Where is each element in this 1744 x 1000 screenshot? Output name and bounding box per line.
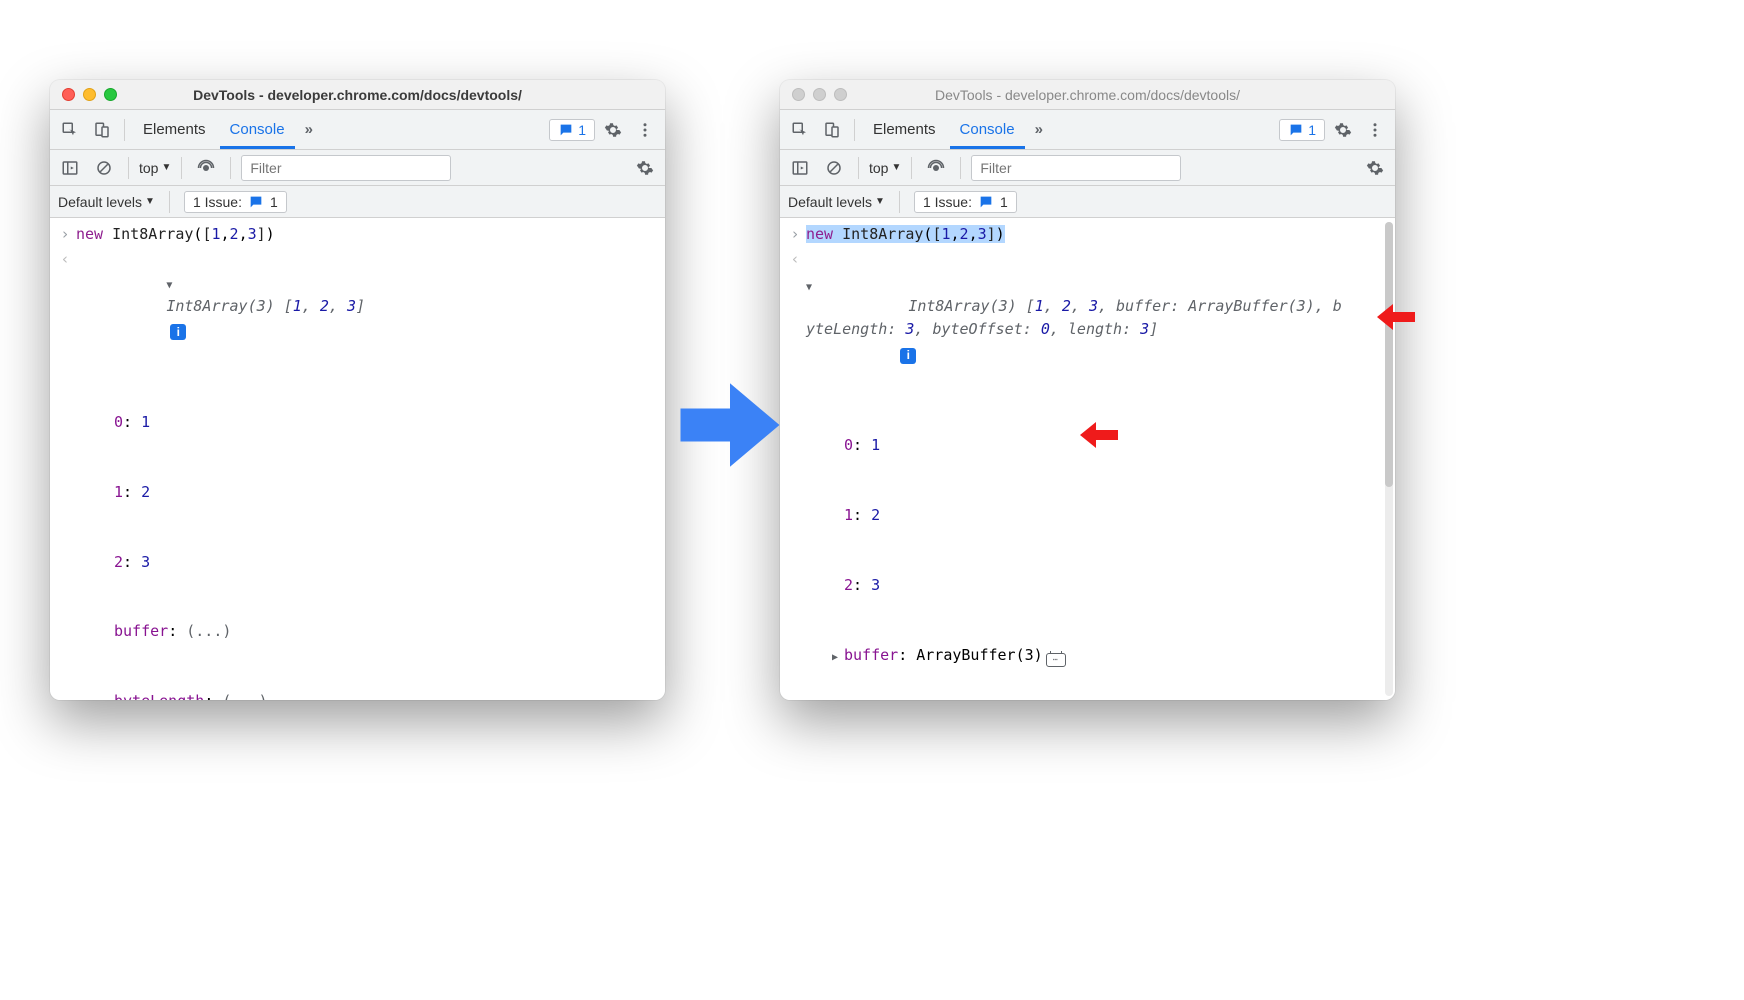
tab-elements[interactable]: Elements [133, 110, 216, 149]
zoom-icon[interactable] [834, 88, 847, 101]
info-icon[interactable]: i [170, 324, 186, 340]
issues-counter[interactable]: 1 Issue: 1 [184, 191, 287, 213]
object-prop: 2: 3 [832, 574, 1381, 597]
sidebar-toggle-icon[interactable] [786, 154, 814, 182]
context-selector[interactable]: top▼ [869, 160, 901, 176]
more-icon[interactable] [1361, 116, 1389, 144]
live-expression-icon[interactable] [922, 154, 950, 182]
console-settings-icon[interactable] [1361, 154, 1389, 182]
inspect-icon[interactable] [56, 116, 84, 144]
issues-counter[interactable]: 1 Issue: 1 [914, 191, 1017, 213]
zoom-icon[interactable] [104, 88, 117, 101]
settings-icon[interactable] [599, 116, 627, 144]
device-toggle-icon[interactable] [818, 116, 846, 144]
console-settings-icon[interactable] [631, 154, 659, 182]
minimize-icon[interactable] [83, 88, 96, 101]
close-icon[interactable] [62, 88, 75, 101]
devtools-window-after: DevTools - developer.chrome.com/docs/dev… [780, 80, 1395, 700]
expand-toggle-icon[interactable] [832, 644, 844, 667]
scrollbar[interactable] [1385, 222, 1393, 696]
object-prop: 1: 2 [102, 481, 657, 504]
window-title: DevTools - developer.chrome.com/docs/dev… [780, 80, 1395, 109]
settings-icon[interactable] [1329, 116, 1357, 144]
object-prop: 0: 1 [102, 411, 657, 434]
traffic-lights[interactable] [792, 88, 847, 101]
filter-field[interactable] [250, 160, 442, 176]
info-icon[interactable]: i [900, 348, 916, 364]
devtools-top-toolbar: Elements Console » 1 [780, 110, 1395, 150]
context-selector[interactable]: top▼ [139, 160, 171, 176]
console-input-echo: new Int8Array([1,2,3]) [50, 222, 665, 247]
separator [128, 157, 129, 179]
annotation-arrow-icon [1078, 420, 1118, 455]
minimize-icon[interactable] [813, 88, 826, 101]
log-levels-selector[interactable]: Default levels ▼ [58, 194, 155, 210]
more-icon[interactable] [631, 116, 659, 144]
object-prop-buffer[interactable]: buffer: ArrayBuffer(3)⋯ [832, 644, 1381, 667]
expand-toggle-icon[interactable] [806, 274, 818, 297]
tab-elements[interactable]: Elements [863, 110, 946, 149]
titlebar[interactable]: DevTools - developer.chrome.com/docs/dev… [50, 80, 665, 110]
live-expression-icon[interactable] [192, 154, 220, 182]
log-levels-selector[interactable]: Default levels ▼ [788, 194, 885, 210]
console-levels-bar: Default levels ▼ 1 Issue: 1 [780, 186, 1395, 218]
console-levels-bar: Default levels ▼ 1 Issue: 1 [50, 186, 665, 218]
object-prop: 2: 3 [102, 551, 657, 574]
clear-console-icon[interactable] [90, 154, 118, 182]
separator [899, 191, 900, 213]
clear-console-icon[interactable] [820, 154, 848, 182]
tab-console[interactable]: Console [950, 110, 1025, 149]
console-toolbar: top▼ [780, 150, 1395, 186]
separator [230, 157, 231, 179]
console-result[interactable]: Int8Array(3) [1, 2, 3, buffer: ArrayBuff… [780, 247, 1395, 700]
separator [854, 119, 855, 141]
overflow-tabs-icon[interactable]: » [299, 121, 319, 138]
transition-arrow-icon [675, 370, 785, 485]
console-toolbar: top▼ [50, 150, 665, 186]
close-icon[interactable] [792, 88, 805, 101]
filter-input[interactable] [971, 155, 1181, 181]
memory-inspector-icon[interactable]: ⋯ [1046, 653, 1066, 667]
annotation-arrow-icon [1375, 302, 1415, 337]
titlebar[interactable]: DevTools - developer.chrome.com/docs/dev… [780, 80, 1395, 110]
object-prop: 1: 2 [832, 504, 1381, 527]
filter-input[interactable] [241, 155, 451, 181]
tab-console[interactable]: Console [220, 110, 295, 149]
filter-field[interactable] [980, 160, 1172, 176]
traffic-lights[interactable] [62, 88, 117, 101]
devtools-window-before: DevTools - developer.chrome.com/docs/dev… [50, 80, 665, 700]
inspect-icon[interactable] [786, 116, 814, 144]
window-title: DevTools - developer.chrome.com/docs/dev… [50, 80, 665, 109]
console-result[interactable]: Int8Array(3) [1, 2, 3] i 0: 1 1: 2 2: 3 … [50, 247, 665, 700]
separator [181, 157, 182, 179]
separator [858, 157, 859, 179]
device-toggle-icon[interactable] [88, 116, 116, 144]
object-prop: byteLength: (...) [102, 690, 657, 700]
issues-button[interactable]: 1 [1279, 119, 1325, 141]
separator [960, 157, 961, 179]
console-output[interactable]: new Int8Array([1,2,3]) Int8Array(3) [1, … [780, 218, 1395, 700]
devtools-top-toolbar: Elements Console » 1 [50, 110, 665, 150]
sidebar-toggle-icon[interactable] [56, 154, 84, 182]
separator [169, 191, 170, 213]
issues-button[interactable]: 1 [549, 119, 595, 141]
overflow-tabs-icon[interactable]: » [1029, 121, 1049, 138]
separator [911, 157, 912, 179]
object-tree: 0: 1 1: 2 2: 3 buffer: (...) byteLength:… [76, 365, 657, 701]
object-prop: buffer: (...) [102, 620, 657, 643]
issues-count: 1 [578, 122, 586, 138]
console-output[interactable]: new Int8Array([1,2,3]) Int8Array(3) [1, … [50, 218, 665, 700]
expand-toggle-icon[interactable] [166, 272, 178, 295]
issues-count: 1 [1308, 122, 1316, 138]
scrollbar-thumb[interactable] [1385, 222, 1393, 487]
separator [124, 119, 125, 141]
console-input-echo: new Int8Array([1,2,3]) [780, 222, 1395, 247]
